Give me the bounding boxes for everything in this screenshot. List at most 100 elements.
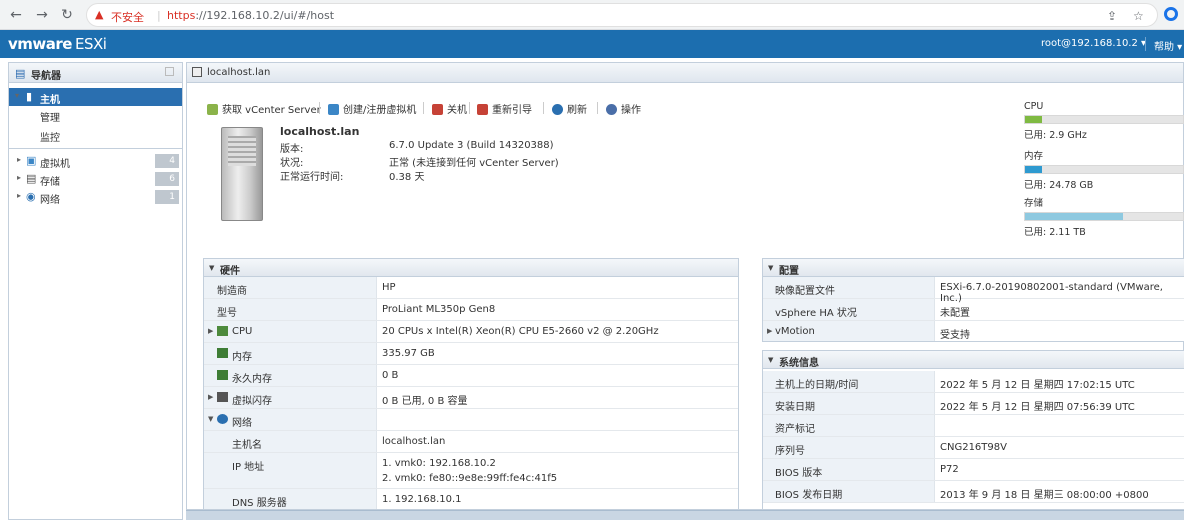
collapse-icon[interactable] [165,67,174,76]
table-row[interactable]: ▶ vMotion 受支持 [763,321,1184,341]
count-badge: 1 [155,190,179,204]
back-icon[interactable]: ← [6,5,26,25]
row-key: 资产标记 [775,424,815,435]
nav-item-manage[interactable]: 管理 [9,106,182,124]
resource-name: 存储 [1024,198,1044,209]
resource-storage: 存储 已用: 2.11 TB [1024,195,1184,238]
profile-icon[interactable] [1164,7,1178,21]
expand-arrow-icon[interactable]: ▸ [17,155,21,164]
row-key: vSphere HA 状况 [775,308,857,319]
row-key: IP 地址 [232,462,265,473]
collapse-arrow-icon[interactable]: ▼ [209,264,214,272]
resource-used: 已用: 24.78 GB [1024,180,1094,191]
actions-button[interactable]: 操作 [606,101,641,116]
row-value: ProLiant ML350p Gen8 [382,304,496,315]
table-row: vSphere HA 状况 未配置 [763,299,1184,321]
row-value: 1. vmk0: 192.168.10.2 [382,458,496,469]
expand-arrow-icon[interactable]: ▸ [17,173,21,182]
nav-item-monitor[interactable]: 监控 [9,126,182,144]
table-row: 型号 ProLiant ML350p Gen8 [204,299,738,321]
table-row[interactable]: ▼ 网络 [204,409,738,431]
host-field-value: 0.38 天 [389,172,425,183]
nav-item-label: 管理 [40,113,60,124]
address-bar[interactable]: ▲ 不安全 | https://192.168.10.2/ui/#/host ⇪… [86,3,1158,27]
row-key: DNS 服务器 [232,498,287,509]
toolbar-divider [469,102,470,114]
navigator-panel: ▤ 导航器 ▾ ▮ 主机 管理 监控 ▸ ▣ 虚拟机 4 ▸ ▤ 存储 6 ▸ … [8,62,183,520]
share-icon[interactable]: ⇪ [1107,9,1117,23]
vm-icon: ▣ [26,154,37,167]
logo-esxi: ESXi [74,35,107,53]
collapse-arrow-icon[interactable]: ▼ [768,264,773,272]
hardware-panel-header[interactable]: ▼ 硬件 [204,259,738,277]
system-info-panel-header[interactable]: ▼ 系统信息 [763,351,1184,369]
host-field-value: 正常 (未连接到任何 vCenter Server) [389,158,559,169]
refresh-button[interactable]: 刷新 [552,101,587,116]
collapse-arrow-icon[interactable]: ▼ [208,415,213,423]
host-field-label: 正常运行时间: [280,172,344,183]
insecure-label[interactable]: 不安全 [111,9,144,25]
table-row[interactable]: ▶ 虚拟闪存 0 B 已用, 0 B 容量 [204,387,738,409]
resource-name: CPU [1024,101,1044,112]
row-value: 0 B [382,370,399,381]
reload-icon[interactable]: ↻ [57,5,77,25]
table-row[interactable]: ▶ CPU 20 CPUs x Intel(R) Xeon(R) CPU E5-26… [204,321,738,343]
help-menu[interactable]: 帮助 ▾ [1154,38,1182,53]
table-row: 主机上的日期/时间 2022 年 5 月 12 日 星期四 17:02:15 UT… [763,371,1184,393]
warning-icon[interactable]: ▲ [95,8,103,21]
nav-item-vms[interactable]: ▸ ▣ 虚拟机 4 [9,152,182,170]
config-panel-header[interactable]: ▼ 配置 [763,259,1184,277]
reboot-button[interactable]: 重新引导 [477,101,532,116]
resource-name: 内存 [1024,151,1044,162]
refresh-icon [552,104,563,115]
nav-item-network[interactable]: ▸ ◉ 网络 1 [9,188,182,206]
forward-icon[interactable]: → [32,5,52,25]
shutdown-icon [432,104,443,115]
url-separator: | [157,9,161,22]
shutdown-button[interactable]: 关机 [432,101,467,116]
nav-item-host[interactable]: ▾ ▮ 主机 [9,88,182,106]
nav-item-storage[interactable]: ▸ ▤ 存储 6 [9,170,182,188]
expand-arrow-icon[interactable]: ▶ [767,327,772,335]
nav-item-label: 存储 [40,177,60,188]
host-field-value: 6.7.0 Update 3 (Build 14320388) [389,140,554,151]
host-icon: ▮ [26,90,33,103]
collapse-arrow-icon[interactable]: ▼ [768,356,773,364]
url-path: ://192.168.10.2/ui/#/host [195,9,335,22]
recent-tasks-bar[interactable] [186,510,1184,520]
row-key-cell [204,343,377,364]
usage-fill [1025,116,1043,123]
expand-arrow-icon[interactable]: ▶ [208,327,213,335]
expand-arrow-icon[interactable]: ▸ [17,191,21,200]
collapse-arrow-icon[interactable]: ▾ [15,91,19,100]
create-vm-button[interactable]: 创建/注册虚拟机 [328,101,416,116]
row-value: 受支持 [940,330,970,341]
bookmark-star-icon[interactable]: ☆ [1133,9,1144,23]
url-text[interactable]: https://192.168.10.2/ui/#/host [167,9,334,22]
reboot-icon [477,104,488,115]
host-name: localhost.lan [280,125,360,138]
row-value: 2. vmk0: fe80::9e8e:99ff:fe4c:41f5 [382,473,558,484]
toolbar-label: 操作 [621,105,641,116]
table-row: BIOS 发布日期 2013 年 9 月 18 日 星期三 08:00:00 +0… [763,481,1184,503]
resource-used: 已用: 2.11 TB [1024,227,1086,238]
row-key: 内存 [232,352,252,363]
row-value: CNG216T98V [940,442,1007,453]
usage-fill [1025,166,1043,173]
user-menu[interactable]: root@192.168.10.2 ▾ [1041,38,1146,49]
row-value: 335.97 GB [382,348,435,359]
row-key: CPU [232,326,253,337]
row-key: 型号 [217,308,237,319]
row-key-cell [204,387,377,408]
get-vcenter-button[interactable]: 获取 vCenter Server [207,101,321,116]
expand-arrow-icon[interactable]: ▶ [208,393,213,401]
resource-cpu: CPU 已用: 2.9 GHz [1024,101,1184,141]
nav-item-label: 主机 [40,95,60,106]
panel-title: 硬件 [220,266,240,277]
row-key: 永久内存 [232,374,272,385]
usage-bar [1024,115,1184,124]
storage-icon: ▤ [26,172,37,185]
row-key-cell [204,431,377,452]
hardware-panel: ▼ 硬件 制造商 HP 型号 ProLiant ML350p Gen8 ▶ CPU 20 … [203,258,739,510]
nav-item-label: 网络 [40,195,60,206]
